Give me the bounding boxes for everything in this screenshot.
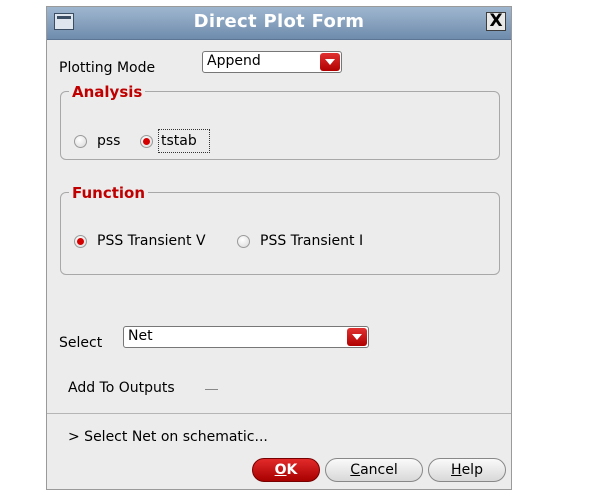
analysis-group: Analysis <box>60 83 500 160</box>
window-title: Direct Plot Form <box>193 11 365 32</box>
ok-label-rest: K <box>286 462 298 478</box>
help-label-rest: elp <box>461 462 483 478</box>
function-pss-transient-i-radio[interactable] <box>237 235 250 248</box>
cancel-mnemonic: C <box>350 462 361 478</box>
title-bar[interactable]: Direct Plot Form X <box>47 7 511 40</box>
help-mnemonic: H <box>451 462 462 478</box>
direct-plot-form-window: Direct Plot Form X Plotting Mode Append … <box>46 6 512 490</box>
chevron-down-icon[interactable] <box>347 328 367 346</box>
select-label: Select <box>59 335 103 351</box>
analysis-pss-radio[interactable] <box>74 135 87 148</box>
plotting-mode-dropdown[interactable]: Append <box>202 51 342 73</box>
plotting-mode-value: Append <box>207 53 261 69</box>
function-pss-transient-v-radio[interactable] <box>74 235 87 248</box>
separator <box>47 413 511 414</box>
plotting-mode-label: Plotting Mode <box>59 60 156 76</box>
add-to-outputs-label: Add To Outputs <box>68 380 175 396</box>
function-pss-transient-v-label[interactable]: PSS Transient V <box>97 233 206 249</box>
status-prompt: > Select Net on schematic... <box>68 429 268 445</box>
function-legend: Function <box>69 184 149 202</box>
ok-mnemonic: O <box>274 462 287 478</box>
cancel-label-rest: ancel <box>360 462 398 478</box>
help-button[interactable]: Help <box>428 458 506 482</box>
analysis-tstab-radio[interactable] <box>140 135 153 148</box>
function-pss-transient-i-label[interactable]: PSS Transient I <box>260 233 363 249</box>
ok-button[interactable]: OK <box>252 458 320 482</box>
analysis-tstab-label[interactable]: tstab <box>161 133 197 149</box>
close-button[interactable]: X <box>486 12 506 31</box>
select-value: Net <box>128 328 153 344</box>
add-to-outputs-checkbox[interactable] <box>205 379 218 390</box>
analysis-pss-label[interactable]: pss <box>97 133 120 149</box>
analysis-legend: Analysis <box>69 83 146 101</box>
select-dropdown[interactable]: Net <box>123 326 369 348</box>
cancel-button[interactable]: Cancel <box>325 458 423 482</box>
chevron-down-icon[interactable] <box>320 53 340 71</box>
